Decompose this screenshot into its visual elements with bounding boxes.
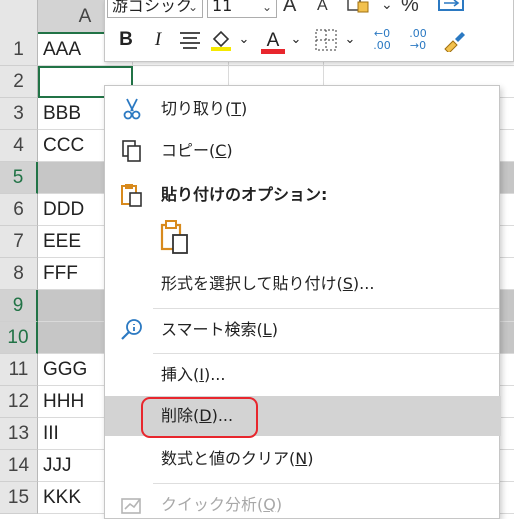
menu-item-label: クイック分析(Q) xyxy=(161,495,283,514)
clipboard-icon xyxy=(121,184,142,207)
bold-button[interactable]: B xyxy=(113,26,139,54)
menu-separator xyxy=(153,308,499,309)
row-header[interactable]: 14 xyxy=(0,450,38,482)
percent-style-icon[interactable]: % xyxy=(401,0,419,17)
menu-item-cut[interactable]: 切り取り(T) xyxy=(105,89,501,129)
paste-options-title: 貼り付けのオプション: xyxy=(161,185,328,204)
menu-item-label: 形式を選択して貼り付け(S)... xyxy=(161,274,375,293)
decrease-font-size-icon[interactable]: A xyxy=(317,0,328,15)
menu-separator xyxy=(153,483,499,484)
chevron-down-icon: ⌄ xyxy=(187,0,198,14)
paste-button[interactable] xyxy=(159,219,195,259)
scissors-icon xyxy=(123,98,141,120)
clipboard-paste-icon xyxy=(160,220,188,254)
context-menu: 切り取り(T) コピー(C) 貼り付けのオプション: 形式を選択して貼り付け(S… xyxy=(104,85,501,519)
format-styles-icon[interactable] xyxy=(345,0,373,20)
font-color-letter: A xyxy=(266,30,280,51)
chevron-down-icon[interactable]: ⌄ xyxy=(237,26,251,54)
menu-item-paste-options-header: 貼り付けのオプション: xyxy=(105,175,501,215)
decrease-decimal-icon: .00 →0 xyxy=(409,27,427,52)
row-header[interactable]: 2 xyxy=(0,66,38,98)
chevron-down-icon[interactable]: ⌄ xyxy=(381,0,393,13)
font-name-combo[interactable]: 游ゴシック ⌄ xyxy=(107,0,203,18)
font-size-value: 11 xyxy=(212,0,233,15)
chevron-down-icon[interactable]: ⌄ xyxy=(289,26,303,54)
row-header[interactable]: 4 xyxy=(0,130,38,162)
borders-button[interactable] xyxy=(311,26,341,54)
font-color-button[interactable]: A xyxy=(259,26,287,54)
align-center-icon xyxy=(180,32,200,49)
increase-decimal-button[interactable]: ←0 .00 xyxy=(367,26,397,54)
quick-analysis-icon xyxy=(121,498,141,514)
menu-item-label: 切り取り(T) xyxy=(161,99,248,118)
menu-item-copy[interactable]: コピー(C) xyxy=(105,131,501,171)
menu-item-clear-contents[interactable]: 数式と値のクリア(N) xyxy=(105,439,501,479)
paintbrush-icon xyxy=(444,32,465,54)
fill-color-button[interactable] xyxy=(207,26,235,54)
font-name-value: 游ゴシック xyxy=(112,0,193,15)
row-header[interactable]: 9 xyxy=(0,290,38,322)
row-header[interactable]: 8 xyxy=(0,258,38,290)
row-header[interactable]: 1 xyxy=(0,34,38,66)
paint-bucket-icon xyxy=(211,30,231,51)
row-header[interactable]: 11 xyxy=(0,354,38,386)
menu-item-label: コピー(C) xyxy=(161,141,233,160)
row-header[interactable]: 12 xyxy=(0,386,38,418)
menu-separator xyxy=(153,353,499,354)
menu-item-smart-lookup[interactable]: スマート検索(L) xyxy=(105,310,501,350)
smart-lookup-icon xyxy=(121,319,142,340)
row-header[interactable]: 5 xyxy=(0,162,38,194)
row-header[interactable]: 3 xyxy=(0,98,38,130)
align-center-button[interactable] xyxy=(175,26,205,54)
row-header[interactable]: 13 xyxy=(0,418,38,450)
decrease-decimal-button[interactable]: .00 →0 xyxy=(403,26,433,54)
borders-icon xyxy=(315,29,337,51)
copy-icon xyxy=(122,140,141,162)
menu-item-label: 挿入(I)... xyxy=(161,365,226,384)
row-header[interactable]: 6 xyxy=(0,194,38,226)
format-painter-button[interactable] xyxy=(439,26,469,54)
increase-decimal-icon: ←0 .00 xyxy=(373,27,391,52)
menu-item-insert[interactable]: 挿入(I)... xyxy=(105,355,501,395)
mini-toolbar: 游ゴシック ⌄ 11 ⌄ A A ⌄ % B I ⌄ A ⌄ ⌄ ←0 .00 … xyxy=(104,0,514,62)
font-color-swatch xyxy=(261,49,285,54)
menu-item-label: スマート検索(L) xyxy=(161,320,278,339)
menu-item-quick-analysis[interactable]: クイック分析(Q) xyxy=(105,485,501,519)
comma-style-icon[interactable] xyxy=(437,0,467,20)
select-all-corner[interactable] xyxy=(0,0,38,34)
chevron-down-icon[interactable]: ⌄ xyxy=(343,26,357,54)
row-header[interactable]: 7 xyxy=(0,226,38,258)
font-size-combo[interactable]: 11 ⌄ xyxy=(207,0,277,18)
menu-item-label: 数式と値のクリア(N) xyxy=(161,449,314,468)
delete-highlight-annotation xyxy=(141,397,258,438)
italic-button[interactable]: I xyxy=(145,26,171,54)
increase-font-size-icon[interactable]: A xyxy=(283,0,296,17)
row-header[interactable]: 10 xyxy=(0,322,38,354)
chevron-down-icon: ⌄ xyxy=(261,0,272,14)
menu-item-paste-special[interactable]: 形式を選択して貼り付け(S)... xyxy=(105,264,501,304)
row-header[interactable]: 15 xyxy=(0,482,38,514)
